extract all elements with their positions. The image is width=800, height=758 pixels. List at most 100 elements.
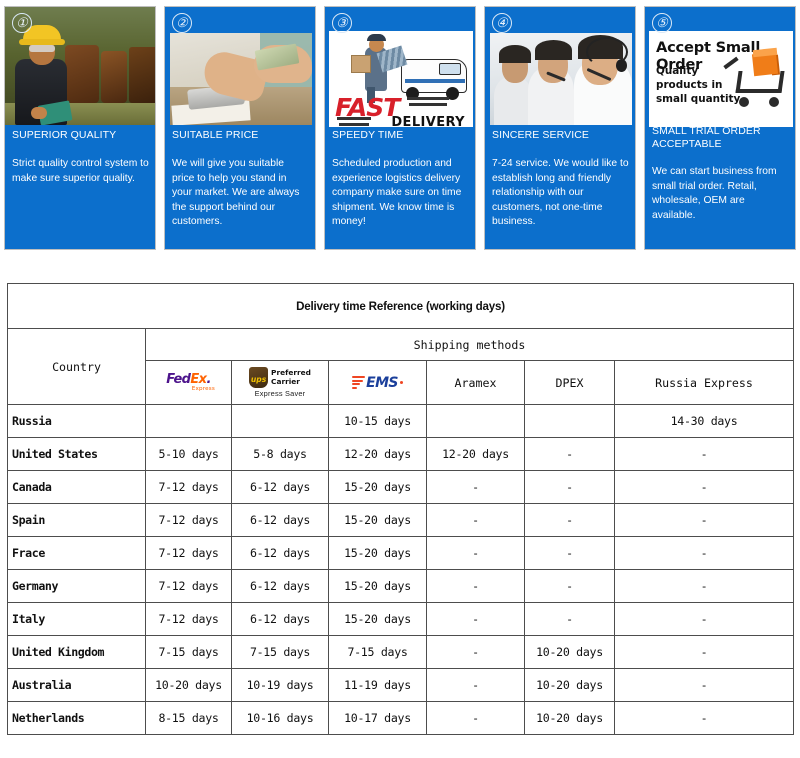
delivery-time-cell: 7-12 days [145, 602, 232, 636]
delivery-time-cell: - [613, 701, 795, 735]
table-row: Canada 7-12 days 6-12 days 15-20 days - - - [7, 470, 795, 504]
delivery-time-cell: - [426, 536, 525, 570]
delivery-time-cell: - [426, 701, 525, 735]
fast-text: FAST [335, 93, 400, 122]
country-cell: United Kingdom [7, 635, 146, 669]
column-group-header-shipping-methods: Shipping methods [144, 328, 795, 361]
ems-swoosh-icon [352, 376, 366, 389]
feature-card-superior-quality[interactable]: ① SUPERIOR QUALITY Strict quality contro… [4, 6, 156, 250]
delivery-time-cell: 12-20 days [426, 437, 525, 471]
delivery-time-cell: 7-15 days [231, 635, 329, 669]
table-row: Spain 7-12 days 6-12 days 15-20 days - - - [7, 503, 795, 537]
delivery-time-cell: - [524, 470, 615, 504]
delivery-time-cell [231, 404, 329, 438]
delivery-time-cell [426, 404, 525, 438]
delivery-time-cell: - [613, 569, 795, 603]
delivery-time-cell: 7-12 days [145, 503, 232, 537]
delivery-time-cell: 7-15 days [145, 635, 232, 669]
feature-card-sincere-service[interactable]: ④ SINCERE SERVICE 7-24 service. We would… [484, 6, 636, 250]
delivery-time-cell: 10-20 days [524, 701, 615, 735]
delivery-time-cell: 11-19 days [328, 668, 427, 702]
delivery-time-cell: 6-12 days [231, 536, 329, 570]
fast-delivery-graphic: FAST DELIVERY [329, 31, 473, 127]
delivery-time-cell: 7-12 days [145, 470, 232, 504]
delivery-time-cell [145, 404, 232, 438]
ems-text: EMS [366, 374, 398, 391]
delivery-time-cell: - [613, 602, 795, 636]
ups-shield-icon: ups [249, 367, 269, 388]
card-number-badge: ⑤ [652, 13, 672, 33]
fedex-fed-text: Fed [166, 372, 191, 387]
accept-small-order-subline: Quality products in small quantity [656, 65, 741, 105]
card-title: SPEEDY TIME [332, 129, 404, 141]
feature-card-small-trial-order[interactable]: ⑤ Accept Small Order Quality products in… [644, 6, 796, 250]
delivery-time-cell: - [613, 437, 795, 471]
table-row: Italy 7-12 days 6-12 days 15-20 days - - - [7, 602, 795, 636]
column-header-ups: ups Preferred Carrier Express Saver [231, 360, 329, 405]
table-row: United States 5-10 days 5-8 days 12-20 days… [7, 437, 795, 471]
delivery-time-cell: - [426, 503, 525, 537]
delivery-time-cell: - [426, 602, 525, 636]
country-cell: Australia [7, 668, 146, 702]
card-title: SUPERIOR QUALITY [12, 129, 117, 141]
card-title: SUITABLE PRICE [172, 129, 259, 141]
delivery-time-cell: - [613, 635, 795, 669]
feature-card-suitable-price[interactable]: ② SUITABLE PRICE We will give you suitab… [164, 6, 316, 250]
table-body: Russia 10-15 days 14-30 days United States 5… [7, 404, 795, 735]
delivery-text: DELIVERY [391, 115, 465, 127]
table-row: Netherlands 8-15 days 10-16 days 10-17 days… [7, 701, 795, 735]
delivery-time-cell: 10-16 days [231, 701, 329, 735]
delivery-time-cell: 10-20 days [524, 635, 615, 669]
table-row: Frace 7-12 days 6-12 days 15-20 days - - - [7, 536, 795, 570]
card-title: SMALL TRIAL ORDER ACCEPTABLE [652, 125, 761, 150]
column-header-dpex: DPEX [524, 360, 615, 405]
delivery-time-table: Delivery time Reference (working days) C… [6, 283, 795, 735]
feature-cards-strip: ① SUPERIOR QUALITY Strict quality contro… [0, 6, 800, 256]
delivery-time-cell: - [524, 503, 615, 537]
card-body: Strict quality control system to make su… [12, 158, 149, 184]
card-number-badge: ② [172, 13, 192, 33]
call-center-agents-photo [490, 33, 632, 125]
delivery-time-cell: 12-20 days [328, 437, 427, 471]
country-cell: Spain [7, 503, 146, 537]
delivery-time-cell: 15-20 days [328, 503, 427, 537]
delivery-time-cell: 15-20 days [328, 602, 427, 636]
ups-carrier-text: Carrier [271, 376, 300, 386]
card-number-badge: ① [12, 13, 32, 33]
table-row: Germany 7-12 days 6-12 days 15-20 days - - - [7, 569, 795, 603]
feature-card-speedy-time[interactable]: ③ FAST DELIVERY SPEEDY TIME Scheduled pr… [324, 6, 476, 250]
card-body: We will give you suitable price to help … [172, 158, 300, 228]
delivery-time-cell: - [524, 602, 615, 636]
country-cell: Italy [7, 602, 146, 636]
card-number-badge: ③ [332, 13, 352, 33]
accept-small-order-graphic: Accept Small Order Quality products in s… [649, 31, 793, 127]
delivery-time-cell: 14-30 days [613, 404, 795, 438]
delivery-time-cell: 15-20 days [328, 536, 427, 570]
card-number-badge: ④ [492, 13, 512, 33]
table-row: Russia 10-15 days 14-30 days [7, 404, 795, 438]
table-title: Delivery time Reference (working days) [6, 283, 795, 329]
delivery-time-cell: - [426, 569, 525, 603]
delivery-time-cell: - [426, 635, 525, 669]
table-row: Australia 10-20 days 10-19 days 11-19 days -… [7, 668, 795, 702]
delivery-time-cell: 6-12 days [231, 503, 329, 537]
delivery-time-cell: - [524, 569, 615, 603]
card-title: SINCERE SERVICE [492, 129, 589, 141]
delivery-time-cell: 10-17 days [328, 701, 427, 735]
column-header-aramex: Aramex [426, 360, 525, 405]
delivery-time-cell: 8-15 days [145, 701, 232, 735]
card-body: Scheduled production and experience logi… [332, 158, 462, 228]
delivery-time-cell: - [426, 470, 525, 504]
country-cell: United States [7, 437, 146, 471]
delivery-time-table-wrapper: Delivery time Reference (working days) C… [6, 283, 795, 735]
delivery-time-cell: 10-20 days [145, 668, 232, 702]
card-body: We can start business from small trial o… [652, 166, 777, 221]
delivery-time-cell: 15-20 days [328, 569, 427, 603]
country-cell: Canada [7, 470, 146, 504]
table-title-row: Delivery time Reference (working days) [6, 283, 795, 329]
fedex-ex-text: Ex [190, 372, 207, 387]
delivery-time-cell: 7-15 days [328, 635, 427, 669]
delivery-time-cell: - [524, 536, 615, 570]
delivery-time-cell: - [426, 668, 525, 702]
delivery-time-cell: - [524, 437, 615, 471]
